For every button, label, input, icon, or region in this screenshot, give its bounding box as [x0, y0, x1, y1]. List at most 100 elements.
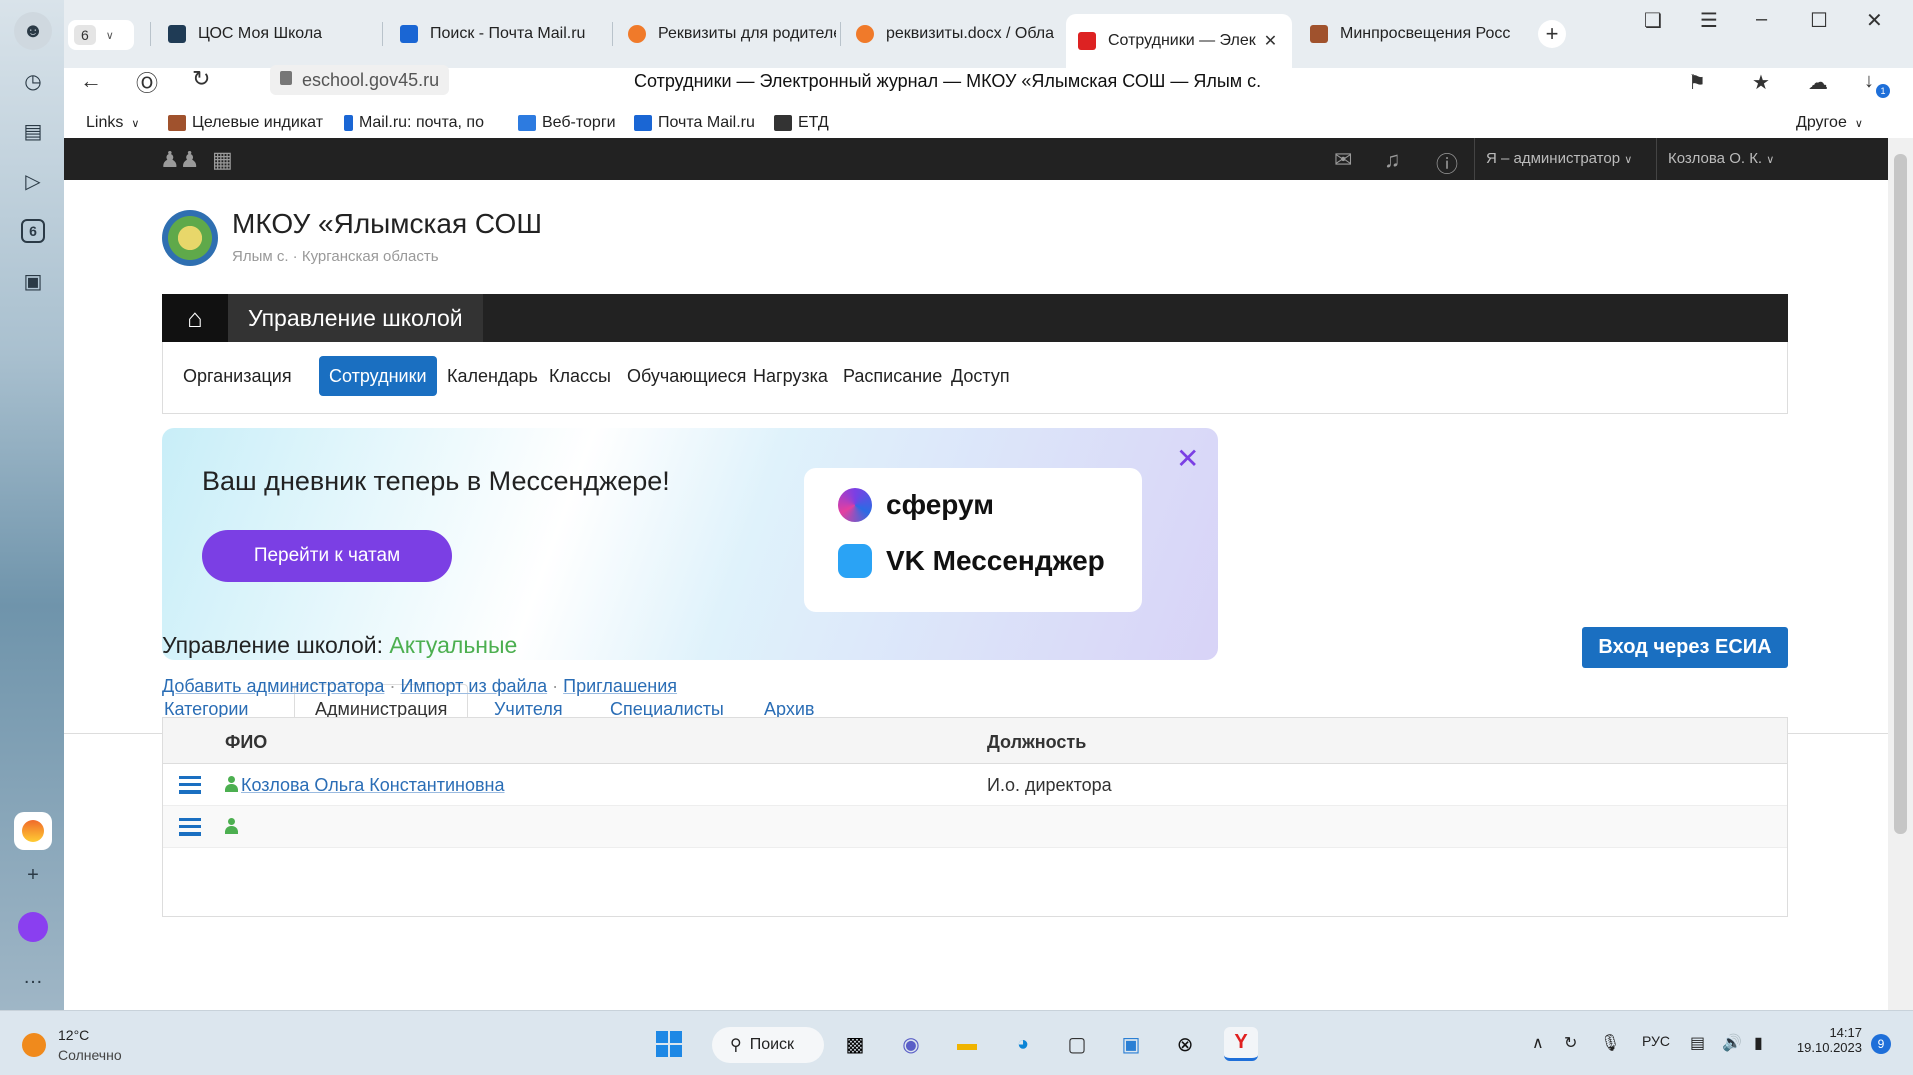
reload-icon[interactable]: ↻: [192, 66, 210, 92]
invitations-link[interactable]: Приглашения: [563, 676, 677, 696]
weather-temperature[interactable]: 12°C: [58, 1027, 89, 1043]
url-field[interactable]: eschool.gov45.ru: [270, 65, 450, 95]
subnav-load[interactable]: Нагрузка: [743, 356, 838, 396]
file-explorer-icon[interactable]: ▬: [950, 1027, 984, 1061]
minimize-icon[interactable]: –: [1756, 8, 1767, 31]
language-indicator[interactable]: РУС: [1642, 1033, 1670, 1049]
home-icon[interactable]: ⌂: [162, 294, 228, 342]
tab-manager-icon[interactable]: ❏: [1644, 8, 1662, 33]
school-location: Ялым с. · Курганская область: [232, 248, 439, 265]
scrollbar-thumb[interactable]: [1894, 154, 1907, 834]
edge-icon[interactable]: ◕: [1006, 1027, 1040, 1061]
tab-requisites-docx[interactable]: реквизиты.docx / Обла: [844, 14, 1060, 54]
people-icon[interactable]: ♟♟: [160, 147, 199, 173]
yandex-icon[interactable]: Ⓞ: [136, 66, 158, 98]
tab-counter[interactable]: 6 ∨: [68, 20, 134, 50]
volume-icon[interactable]: 🔊: [1722, 1033, 1742, 1053]
xbox-icon[interactable]: ⊗: [1168, 1027, 1202, 1061]
sun-icon[interactable]: [22, 1033, 46, 1057]
row-menu-icon[interactable]: [179, 818, 201, 836]
maximize-icon[interactable]: ☐: [1810, 8, 1828, 33]
tab-mail-search[interactable]: Поиск - Почта Mail.ru: [388, 14, 604, 54]
add-panel-icon[interactable]: +: [14, 856, 52, 894]
tab-cos[interactable]: ЦОС Моя Школа: [156, 14, 372, 54]
collections-icon[interactable]: ▤: [14, 112, 52, 150]
bookmark-links[interactable]: Links ∨: [86, 114, 139, 132]
page-scrollbar[interactable]: [1888, 138, 1913, 1010]
envelope-icon[interactable]: ✉: [1334, 147, 1352, 173]
column-position: Должность: [987, 732, 1087, 752]
tab-staff[interactable]: Сотрудники — Элек ✕: [1066, 14, 1292, 68]
extension-icon[interactable]: ★: [1752, 70, 1770, 95]
subnav-classes[interactable]: Классы: [539, 356, 621, 396]
library-icon[interactable]: ▦: [212, 147, 233, 173]
sync-icon[interactable]: ↻: [1564, 1033, 1577, 1053]
alice-icon[interactable]: [14, 908, 52, 946]
role-dropdown[interactable]: Я – администратор ∨: [1486, 150, 1632, 167]
bookmark-mail[interactable]: Почта Mail.ru: [634, 114, 755, 132]
close-window-icon[interactable]: ✕: [1866, 8, 1883, 33]
teams-icon[interactable]: ◉: [894, 1027, 928, 1061]
chevron-up-icon[interactable]: ∧: [1532, 1033, 1544, 1053]
go-to-chats-button[interactable]: Перейти к чатам: [202, 530, 452, 582]
bookmark-mailru[interactable]: Mail.ru: почта, по: [344, 114, 484, 132]
import-file-link[interactable]: Импорт из файла: [400, 676, 547, 696]
cloud-icon: [628, 25, 646, 43]
bookmark-webtorgi[interactable]: Веб-торги: [518, 114, 616, 132]
microphone-icon[interactable]: 🎙: [1600, 1033, 1620, 1053]
subnav-calendar[interactable]: Календарь: [437, 356, 548, 396]
close-tab-icon[interactable]: ✕: [1264, 31, 1277, 51]
site-content: ♟♟ ▦ ✉ ♫ ⓘ Я – администратор ∨ Козлова О…: [64, 138, 1888, 1010]
new-tab-button[interactable]: +: [1538, 20, 1566, 48]
history-icon[interactable]: ◷: [14, 62, 52, 100]
taskbar-search[interactable]: ⚲ Поиск: [712, 1027, 824, 1063]
action-links: Добавить администратора · Импорт из файл…: [162, 676, 678, 696]
banner-brands-card: сферум VK Мессенджер: [804, 468, 1142, 612]
megaphone-icon[interactable]: ♫: [1384, 147, 1401, 173]
bookmark-indicators[interactable]: Целевые индикат: [168, 114, 328, 132]
store-icon[interactable]: ▢: [1060, 1027, 1094, 1061]
screenshot-icon[interactable]: ▣: [14, 262, 52, 300]
taskbar-clock[interactable]: 14:17 19.10.2023: [1792, 1025, 1862, 1055]
tabs-count-icon[interactable]: 6: [14, 212, 52, 250]
network-icon[interactable]: ▤: [1690, 1033, 1705, 1053]
tab-minpros[interactable]: Минпросвещения Росс: [1298, 14, 1516, 54]
yandex-browser-icon[interactable]: Y: [1224, 1027, 1258, 1061]
bookmark-other[interactable]: Другое ∨: [1796, 114, 1863, 132]
bookmark-icon[interactable]: ⚑: [1688, 70, 1706, 95]
row-menu-icon[interactable]: [179, 776, 201, 794]
subnav-schedule[interactable]: Расписание: [833, 356, 952, 396]
subnav-organization[interactable]: Организация: [173, 356, 302, 396]
more-icon[interactable]: …: [14, 958, 52, 996]
weather-description[interactable]: Солнечно: [58, 1047, 122, 1063]
tab-requisites[interactable]: Реквизиты для родителе: [616, 14, 836, 54]
staff-name-link[interactable]: Козлова Ольга Константиновна: [241, 775, 505, 796]
download-icon[interactable]: ↓ 1: [1864, 70, 1890, 98]
close-icon[interactable]: ✕: [1176, 442, 1199, 475]
windows-taskbar: 12°C Солнечно ⚲ Поиск ▩ ◉ ▬ ◕ ▢ ▣ ⊗ Y ∧ ↻…: [0, 1010, 1913, 1075]
user-dropdown[interactable]: Козлова О. К. ∨: [1668, 150, 1774, 167]
emblem-icon: [168, 115, 186, 131]
notification-badge[interactable]: 9: [1871, 1034, 1891, 1054]
play-icon[interactable]: ▷: [14, 162, 52, 200]
battery-icon[interactable]: ▮: [1754, 1033, 1763, 1053]
bookmark-etd[interactable]: ЕТД: [774, 114, 829, 132]
start-icon[interactable]: [652, 1027, 686, 1061]
app-icon[interactable]: ▣: [1114, 1027, 1148, 1061]
profile-avatar[interactable]: ☻: [14, 12, 52, 50]
back-icon[interactable]: ←: [80, 68, 102, 94]
subnav-access[interactable]: Доступ: [941, 356, 1020, 396]
add-admin-link[interactable]: Добавить администратора: [162, 676, 384, 696]
menu-icon[interactable]: ☰: [1700, 8, 1718, 33]
esia-login-button[interactable]: Вход через ЕСИА: [1582, 627, 1788, 668]
reading-icon[interactable]: ☁: [1808, 70, 1828, 95]
task-view-icon[interactable]: ▩: [838, 1027, 872, 1061]
subnav-staff[interactable]: Сотрудники: [319, 356, 437, 396]
lock-icon: [280, 71, 292, 85]
table-row: Козлова Ольга Константиновна И.о. директ…: [163, 764, 1787, 806]
status-filter[interactable]: Актуальные: [389, 632, 517, 658]
subnav-students[interactable]: Обучающиеся: [617, 356, 756, 396]
management-title[interactable]: Управление школой: [228, 294, 483, 342]
mail-app-icon[interactable]: [14, 812, 52, 850]
help-icon[interactable]: ⓘ: [1436, 147, 1458, 179]
